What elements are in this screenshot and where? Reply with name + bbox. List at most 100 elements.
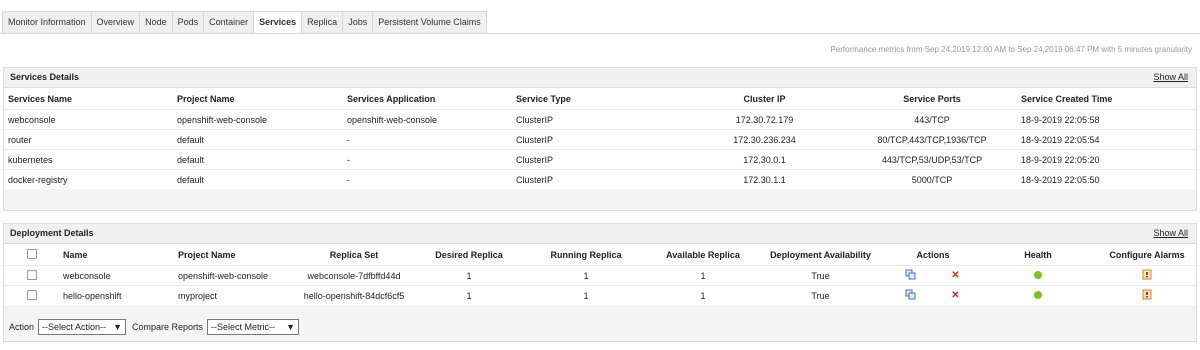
desired-replica: 1 xyxy=(419,265,519,286)
caret-down-icon: ▼ xyxy=(113,321,123,332)
tab-replica[interactable]: Replica xyxy=(301,11,344,33)
services-show-all-link[interactable]: Show All xyxy=(1153,68,1188,87)
col-service-created-time[interactable]: Service Created Time xyxy=(1017,88,1196,110)
services-title: Services Details xyxy=(10,72,80,82)
col-service-type[interactable]: Service Type xyxy=(512,88,682,110)
deployment-header-row: Name Project Name Replica Set Desired Re… xyxy=(4,244,1196,266)
col-replica-set[interactable]: Replica Set xyxy=(289,244,419,266)
service-created-time: 18-9-2019 22:05:20 xyxy=(1017,149,1196,170)
service-type: ClusterIP xyxy=(512,169,682,189)
service-name: docker-registry xyxy=(4,169,173,189)
col-services-application[interactable]: Services Application xyxy=(343,88,512,110)
cluster-ip: 172.30.1.1 xyxy=(682,169,847,189)
tab-persistent-volume-claims[interactable]: Persistent Volume Claims xyxy=(372,11,487,33)
col-health: Health xyxy=(978,244,1098,266)
project-name: default xyxy=(173,129,343,150)
available-replica: 1 xyxy=(653,265,753,286)
col-services-name[interactable]: Services Name xyxy=(4,88,173,110)
select-all-checkbox[interactable] xyxy=(26,248,37,259)
delete-icon[interactable]: ✕ xyxy=(951,270,959,281)
service-created-time: 18-9-2019 22:05:50 xyxy=(1017,169,1196,189)
service-application: - xyxy=(343,129,512,150)
project-name: default xyxy=(173,149,343,170)
table-row: webconsole openshift-web-console webcons… xyxy=(4,265,1196,286)
service-name: webconsole xyxy=(4,109,173,130)
col-service-ports[interactable]: Service Ports xyxy=(847,88,1017,110)
project-name: default xyxy=(173,169,343,189)
col-deployment-availability[interactable]: Deployment Availability xyxy=(753,244,888,266)
service-created-time: 18-9-2019 22:05:58 xyxy=(1017,109,1196,130)
services-header-row: Services Name Project Name Services Appl… xyxy=(4,88,1196,110)
deployment-panel-header: Deployment Details Show All xyxy=(4,224,1196,244)
deployment-panel: Deployment Details Show All Name Project… xyxy=(3,223,1197,313)
service-ports: 5000/TCP xyxy=(847,169,1017,189)
row-checkbox[interactable] xyxy=(26,289,37,300)
delete-icon[interactable]: ✕ xyxy=(951,290,959,301)
tab-monitor-information[interactable]: Monitor Information xyxy=(2,11,92,33)
services-panel: Services Details Show All Services Name … xyxy=(3,67,1197,211)
project-name: openshift-web-console xyxy=(174,265,289,286)
cluster-ip: 172.30.0.1 xyxy=(682,149,847,170)
service-type: ClusterIP xyxy=(512,129,682,150)
deployment-table: Name Project Name Replica Set Desired Re… xyxy=(4,244,1196,305)
action-label: Action xyxy=(9,321,35,332)
action-select-value: --Select Action-- xyxy=(42,321,107,332)
running-replica: 1 xyxy=(519,265,653,286)
service-type: ClusterIP xyxy=(512,149,682,170)
table-row: router default - ClusterIP 172.30.236.23… xyxy=(4,129,1196,150)
deployment-action-bar: Action --Select Action-- ▼ Compare Repor… xyxy=(3,312,1197,342)
col-desired-replica[interactable]: Desired Replica xyxy=(419,244,519,266)
tab-overview[interactable]: Overview xyxy=(90,11,141,33)
col-cluster-ip[interactable]: Cluster IP xyxy=(682,88,847,110)
edit-icon[interactable] xyxy=(905,269,916,280)
available-replica: 1 xyxy=(653,285,753,305)
service-created-time: 18-9-2019 22:05:54 xyxy=(1017,129,1196,150)
edit-icon[interactable] xyxy=(905,289,916,300)
services-table: Services Name Project Name Services Appl… xyxy=(4,88,1196,189)
caret-down-icon: ▼ xyxy=(286,321,296,332)
table-row: docker-registry default - ClusterIP 172.… xyxy=(4,169,1196,189)
deployment-name: hello-openshift xyxy=(59,285,174,305)
col-running-replica[interactable]: Running Replica xyxy=(519,244,653,266)
tab-jobs[interactable]: Jobs xyxy=(342,11,374,33)
col-actions: Actions xyxy=(888,244,978,266)
col-project-name[interactable]: Project Name xyxy=(173,88,343,110)
performance-range-text: Performance metrics from Sep 24,2019 12:… xyxy=(830,45,1192,54)
table-row: kubernetes default - ClusterIP 172.30.0.… xyxy=(4,149,1196,170)
row-checkbox[interactable] xyxy=(26,269,37,280)
col-project-name[interactable]: Project Name xyxy=(174,244,289,266)
deployment-title: Deployment Details xyxy=(10,228,94,238)
col-name[interactable]: Name xyxy=(59,244,174,266)
service-ports: 443/TCP,53/UDP,53/TCP xyxy=(847,149,1017,170)
replica-set: hello-openshift-84dcf6cf5 xyxy=(289,285,419,305)
deployment-show-all-link[interactable]: Show All xyxy=(1153,224,1188,243)
replica-set: webconsole-7dfbffd44d xyxy=(289,265,419,286)
service-type: ClusterIP xyxy=(512,109,682,130)
tab-container[interactable]: Container xyxy=(203,11,255,33)
col-available-replica[interactable]: Available Replica xyxy=(653,244,753,266)
configure-alarm-icon[interactable] xyxy=(1142,289,1152,300)
tab-node[interactable]: Node xyxy=(139,11,173,33)
desired-replica: 1 xyxy=(419,285,519,305)
service-name: kubernetes xyxy=(4,149,173,170)
tab-services[interactable]: Services xyxy=(253,11,303,34)
service-application: - xyxy=(343,149,512,170)
configure-alarm-icon[interactable] xyxy=(1142,269,1152,280)
running-replica: 1 xyxy=(519,285,653,305)
health-status-icon xyxy=(1034,290,1042,299)
table-row: hello-openshift myproject hello-openshif… xyxy=(4,285,1196,305)
cluster-ip: 172.30.72.179 xyxy=(682,109,847,130)
tab-bar: Monitor Information Overview Node Pods C… xyxy=(2,11,487,34)
tab-pods[interactable]: Pods xyxy=(171,11,205,33)
compare-metric-select[interactable]: --Select Metric-- ▼ xyxy=(207,318,300,335)
deployment-availability: True xyxy=(753,285,888,305)
action-select[interactable]: --Select Action-- ▼ xyxy=(38,318,127,335)
service-application: openshift-web-console xyxy=(343,109,512,130)
deployment-name: webconsole xyxy=(59,265,174,286)
health-status-icon xyxy=(1034,270,1042,279)
service-ports: 443/TCP xyxy=(847,109,1017,130)
tab-divider xyxy=(0,33,1200,34)
table-row: webconsole openshift-web-console openshi… xyxy=(4,109,1196,130)
cluster-ip: 172.30.236.234 xyxy=(682,129,847,150)
project-name: openshift-web-console xyxy=(173,109,343,130)
